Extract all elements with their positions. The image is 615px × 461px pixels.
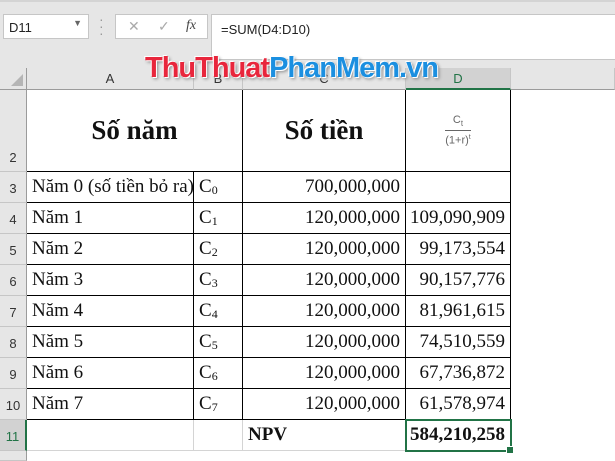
cell-a11[interactable] (27, 420, 194, 451)
cell-present-value[interactable]: 99,173,554 (406, 234, 511, 265)
cell-present-value[interactable]: 81,961,615 (406, 296, 511, 327)
cell-amount[interactable]: 120,000,000 (243, 389, 406, 420)
row-header-4[interactable]: 4 (0, 203, 27, 234)
column-header-e[interactable] (511, 68, 615, 90)
active-cell-d11[interactable] (405, 419, 514, 454)
row-header-10[interactable]: 10 (0, 389, 27, 420)
insert-function-icon[interactable]: fx (186, 18, 196, 34)
cell-b11[interactable] (194, 420, 243, 451)
cell-year[interactable]: Năm 7 (27, 389, 194, 420)
cell-year[interactable]: Năm 3 (27, 265, 194, 296)
cell-present-value[interactable]: 109,090,909 (406, 203, 511, 234)
cell-amount[interactable]: 120,000,000 (243, 296, 406, 327)
row-header-7[interactable]: 7 (0, 296, 27, 327)
cell-npv-label[interactable]: NPV (243, 420, 406, 451)
name-box-value: D11 (9, 20, 32, 35)
cell-cashflow-symbol[interactable]: C1 (194, 203, 243, 234)
row-header-2[interactable]: 2 (0, 90, 27, 172)
cell-amount[interactable]: 120,000,000 (243, 203, 406, 234)
cell-cashflow-symbol[interactable]: C5 (194, 327, 243, 358)
header-formula[interactable]: Ct (1+r)t (406, 90, 511, 172)
cell-year[interactable]: Năm 2 (27, 234, 194, 265)
watermark-logo: ThuThuatPhanMem.vn (145, 52, 439, 84)
drag-handle-icon[interactable]: · · · (99, 12, 104, 40)
cancel-icon[interactable]: ✕ (128, 18, 140, 35)
cell-present-value[interactable] (406, 172, 511, 203)
row-header-8[interactable]: 8 (0, 327, 27, 358)
cell-amount[interactable]: 120,000,000 (243, 265, 406, 296)
row-header-6[interactable]: 6 (0, 265, 27, 296)
cell-cashflow-symbol[interactable]: C7 (194, 389, 243, 420)
cell-present-value[interactable]: 61,578,974 (406, 389, 511, 420)
row-header-11[interactable]: 11 (0, 420, 27, 451)
cell-year[interactable]: Năm 1 (27, 203, 194, 234)
cell-amount[interactable]: 120,000,000 (243, 327, 406, 358)
cell-present-value[interactable]: 67,736,872 (406, 358, 511, 389)
cell-present-value[interactable]: 74,510,559 (406, 327, 511, 358)
formula-buttons: ✕ ✓ fx (115, 14, 208, 39)
header-amount[interactable]: Số tiền (243, 90, 406, 172)
row-header-5[interactable]: 5 (0, 234, 27, 265)
cell-cashflow-symbol[interactable]: C6 (194, 358, 243, 389)
discount-formula: Ct (1+r)t (445, 113, 471, 147)
cell-year[interactable]: Năm 4 (27, 296, 194, 327)
name-box[interactable]: D11 ▼ (3, 14, 89, 39)
cell-year[interactable]: Năm 5 (27, 327, 194, 358)
select-all-button[interactable] (0, 68, 27, 90)
cell-year[interactable]: Năm 0 (số tiền bỏ ra) (27, 172, 194, 203)
cell-cashflow-symbol[interactable]: C3 (194, 265, 243, 296)
cell-amount[interactable]: 120,000,000 (243, 234, 406, 265)
cell-year[interactable]: Năm 6 (27, 358, 194, 389)
header-years[interactable]: Số năm (27, 90, 243, 172)
row-header-3[interactable]: 3 (0, 172, 27, 203)
cell-cashflow-symbol[interactable]: C0 (194, 172, 243, 203)
enter-icon[interactable]: ✓ (158, 18, 170, 35)
cell-present-value[interactable]: 90,157,776 (406, 265, 511, 296)
cell-cashflow-symbol[interactable]: C4 (194, 296, 243, 327)
row-header-9[interactable]: 9 (0, 358, 27, 389)
chevron-down-icon[interactable]: ▼ (73, 18, 82, 28)
cell-amount[interactable]: 700,000,000 (243, 172, 406, 203)
cell-cashflow-symbol[interactable]: C2 (194, 234, 243, 265)
cell-amount[interactable]: 120,000,000 (243, 358, 406, 389)
